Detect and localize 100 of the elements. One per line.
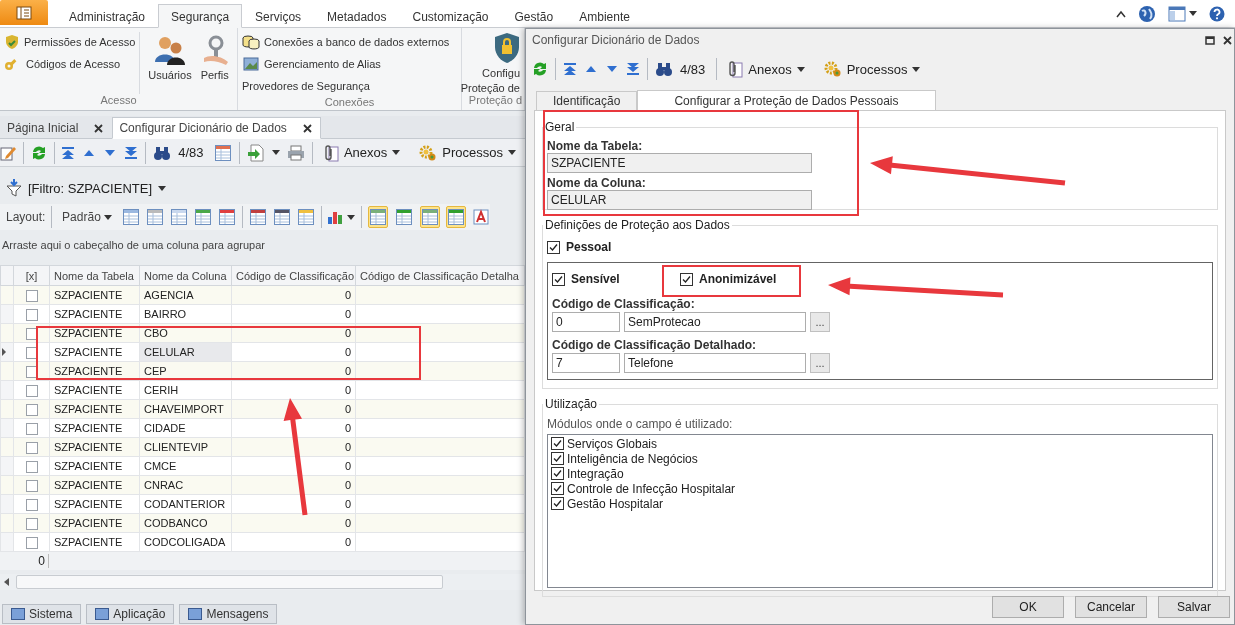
checkbox[interactable] <box>25 422 38 435</box>
panel-tab[interactable]: Aplicação <box>86 604 175 624</box>
ribbon-button[interactable]: Conexões a banco de dados externos <box>240 32 452 52</box>
column-header[interactable]: Código de Classificação Detalha <box>355 265 525 286</box>
move-first-icon[interactable] <box>61 145 76 160</box>
checkbox[interactable] <box>25 441 38 454</box>
dialog-button[interactable]: OK <box>992 596 1064 618</box>
lookup-button[interactable]: ... <box>810 353 830 373</box>
close-icon[interactable] <box>94 123 104 133</box>
view-toggle[interactable] <box>472 206 490 228</box>
dialog-tab[interactable]: Configurar a Proteção de Dados Pessoais <box>637 90 936 111</box>
text-field[interactable]: SZPACIENTE <box>547 153 812 173</box>
shield-icon[interactable] <box>4 34 20 50</box>
checkbox[interactable] <box>25 346 38 359</box>
maximize-icon[interactable] <box>1205 35 1215 45</box>
edit-icon[interactable] <box>0 144 16 161</box>
description-field[interactable]: SemProtecao <box>624 312 806 332</box>
checkbox[interactable] <box>25 384 38 397</box>
column-header[interactable]: Nome da Coluna <box>139 265 232 286</box>
panel-tab[interactable]: Sistema <box>2 604 82 624</box>
document-tab[interactable]: Configurar Dicionário de Dados <box>112 117 321 139</box>
users-icon[interactable] <box>153 34 187 66</box>
document-tab[interactable]: Página Inicial <box>0 117 113 139</box>
ribbon-button[interactable]: Permissões de Acesso <box>2 32 138 52</box>
chevron-up-icon[interactable] <box>1116 9 1126 18</box>
checkbox[interactable] <box>551 482 564 495</box>
binoculars-icon[interactable] <box>153 144 172 161</box>
grid-icon[interactable] <box>214 143 233 162</box>
checkbox[interactable] <box>680 272 693 286</box>
view-toggle[interactable] <box>368 206 388 228</box>
row-header[interactable] <box>0 342 14 362</box>
description-field[interactable]: Telefone <box>624 353 806 373</box>
table-icon[interactable] <box>248 208 267 226</box>
column-header[interactable]: [x] <box>13 265 50 286</box>
refresh-icon[interactable] <box>30 144 47 161</box>
checkbox[interactable] <box>551 497 564 510</box>
code-field[interactable]: 7 <box>552 353 620 373</box>
table-icon[interactable] <box>217 208 236 226</box>
view-toggle[interactable] <box>420 206 440 228</box>
checkbox[interactable] <box>25 498 38 511</box>
checkbox[interactable] <box>25 536 38 549</box>
table-icon[interactable] <box>121 208 140 226</box>
table-icon[interactable] <box>296 208 315 226</box>
funnel-icon[interactable] <box>6 179 22 197</box>
checkbox[interactable] <box>551 467 564 480</box>
ribbon-button[interactable]: Gerenciamento de Alias <box>240 54 452 74</box>
dialog-button[interactable]: Cancelar <box>1075 596 1147 618</box>
checkbox[interactable] <box>25 460 38 473</box>
scroll-left-icon[interactable] <box>4 578 10 586</box>
ribbon-tab[interactable]: Metadados <box>314 4 400 28</box>
globe-icon[interactable] <box>1138 4 1156 23</box>
close-icon[interactable] <box>1223 35 1232 45</box>
list-item[interactable]: Integração <box>567 466 624 481</box>
export-icon[interactable] <box>247 143 266 162</box>
table-icon[interactable] <box>272 208 291 226</box>
ribbon-button[interactable]: Perfis <box>195 32 234 94</box>
filter-label[interactable]: [Filtro: SZPACIENTE] <box>28 180 152 196</box>
ribbon-button[interactable]: Provedores de Segurança <box>240 76 452 96</box>
checkbox[interactable] <box>25 327 38 340</box>
checkbox[interactable] <box>25 403 38 416</box>
menu-button[interactable]: Processos <box>416 141 519 164</box>
menu-button[interactable]: Anexos <box>724 58 808 80</box>
list-item[interactable]: Gestão Hospitalar <box>567 496 664 511</box>
column-header[interactable]: Nome da Tabela <box>49 265 140 286</box>
checkbox[interactable] <box>551 452 564 465</box>
printer-icon[interactable] <box>287 144 306 161</box>
window-icon[interactable] <box>242 56 260 72</box>
ribbon-button[interactable]: Usuários <box>139 32 196 94</box>
refresh-icon[interactable] <box>532 61 548 77</box>
code-field[interactable]: 0 <box>552 312 620 332</box>
list-item[interactable]: Controle de Infecção Hospitalar <box>567 481 736 496</box>
text-field[interactable]: CELULAR <box>547 190 812 210</box>
menu-button[interactable]: Anexos <box>319 141 404 164</box>
help-icon[interactable] <box>1209 5 1225 22</box>
list-item[interactable]: Serviços Globais <box>567 436 658 451</box>
close-icon[interactable] <box>302 123 312 133</box>
checkbox[interactable] <box>25 479 38 492</box>
checkbox[interactable] <box>25 289 38 302</box>
shield-lock-icon[interactable] <box>494 32 520 64</box>
table-icon[interactable] <box>145 208 164 226</box>
ribbon-tab[interactable]: Customização <box>399 4 502 28</box>
layout-preset-dropdown[interactable]: Padrão <box>58 208 116 226</box>
binoculars-icon[interactable] <box>655 61 673 77</box>
ribbon-tab[interactable]: Gestão <box>501 4 567 28</box>
checkbox[interactable] <box>551 437 564 450</box>
list-item[interactable]: Inteligência de Negócios <box>567 451 698 466</box>
move-last-icon[interactable] <box>626 62 640 76</box>
database-icon[interactable] <box>242 34 260 50</box>
lookup-button[interactable]: ... <box>810 312 830 332</box>
dialog-tab[interactable]: Identificação <box>536 91 638 110</box>
table-icon[interactable] <box>169 208 188 226</box>
layout-window-icon[interactable] <box>1168 5 1186 22</box>
checkbox[interactable] <box>25 517 38 530</box>
view-toggle[interactable] <box>394 206 414 228</box>
menu-button[interactable]: Processos <box>820 58 924 80</box>
column-header[interactable]: Código de Classificação <box>231 265 356 286</box>
move-first-icon[interactable] <box>563 62 577 76</box>
move-last-icon[interactable] <box>124 145 139 160</box>
checkbox[interactable] <box>25 308 38 321</box>
ribbon-tab[interactable]: Segurança <box>158 4 243 28</box>
